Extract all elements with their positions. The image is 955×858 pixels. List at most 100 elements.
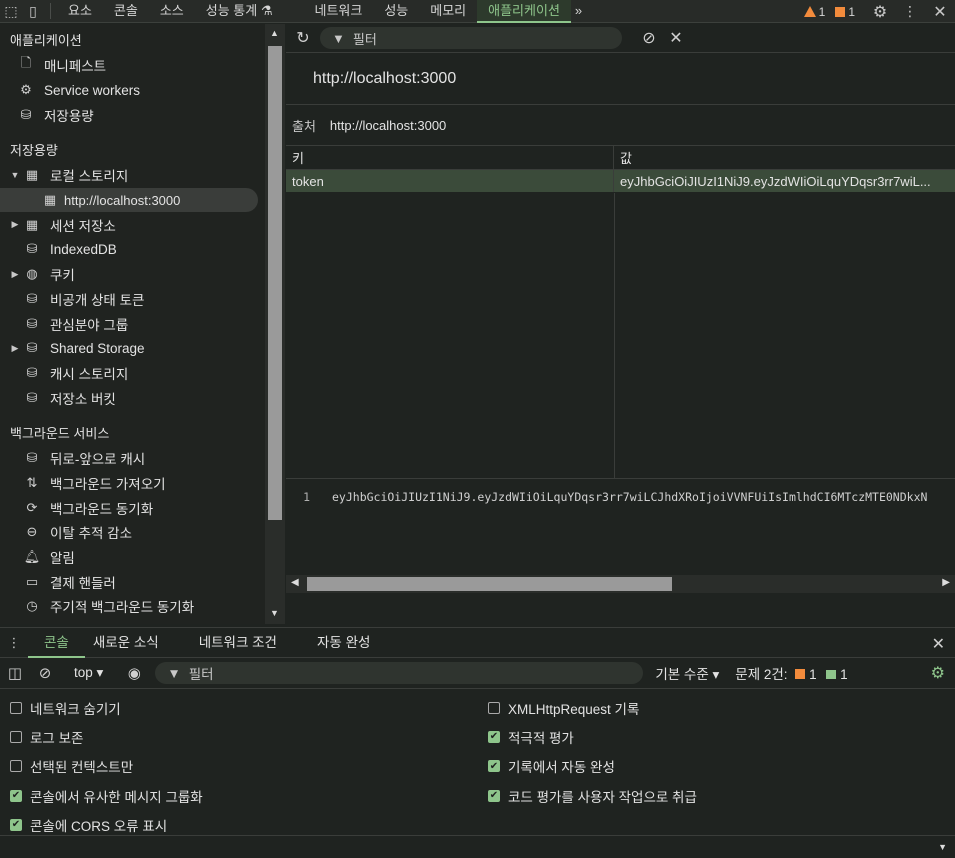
device-toolbar-icon[interactable]: ▯ [22,0,44,23]
checkbox-treat-eval-user-action[interactable]: ✔ 코드 평가를 사용자 작업으로 취급 [478,781,955,810]
expand-arrow-icon[interactable]: ▶ [8,219,22,230]
table-row[interactable]: token eyJhbGciOiJIUzI1NiJ9.eyJzdWIiOiLqu… [286,170,955,192]
expand-arrow-icon[interactable]: ▶ [8,269,22,280]
checkbox-selected-context[interactable]: 선택된 컨텍스트만 [0,752,478,781]
filter-funnel-icon: ▼ [167,665,181,681]
column-header-key[interactable]: 키 [286,146,614,169]
scroll-right-icon[interactable]: ▶ [942,577,950,588]
checkbox-box[interactable]: ✔ [488,730,500,743]
checkbox-box[interactable] [10,730,22,743]
origin-title: http://localhost:3000 [286,53,955,105]
checkbox-preserve-log[interactable]: 로그 보존 [0,722,478,751]
sidebar-item-label: 주기적 백그라운드 동기화 [50,600,195,616]
card-icon: ▭ [25,573,39,589]
sidebar-item-label: 뒤로-앞으로 캐시 [50,452,146,468]
sidebar-item-bfcache[interactable]: ⛁ 뒤로-앞으로 캐시 [0,446,265,471]
checkbox-eager-evaluation[interactable]: ✔ 적극적 평가 [478,722,955,751]
tab-memory[interactable]: 메모리 [419,0,477,23]
issues-summary[interactable]: 문제 2건: 1 1 [735,663,847,683]
cell-value[interactable]: eyJhbGciOiJIUzI1NiJ9.eyJzdWIiOiLquYDqsr3… [614,170,955,192]
column-header-value[interactable]: 값 [614,146,955,169]
more-tabs-button[interactable]: » [571,0,586,23]
tab-performance[interactable]: 성능 [373,0,419,23]
scrollbar-thumb[interactable] [307,577,672,591]
sidebar-item-private-state-tokens[interactable]: ⛁ 비공개 상태 토큰 [0,287,265,312]
tab-elements[interactable]: 요소 [57,0,103,23]
sidebar-item-shared-storage[interactable]: ▶ ⛁ Shared Storage [0,336,265,361]
scroll-left-icon[interactable]: ◀ [291,577,299,588]
checkbox-log-xhr[interactable]: XMLHttpRequest 기록 [478,693,955,722]
drawer-tab-whats-new[interactable]: 새로운 소식 [77,628,175,658]
warnings-badge[interactable]: 1 [803,5,825,19]
sidebar-item-bounce-tracking[interactable]: ⊖ 이탈 추적 감소 [0,520,265,545]
checkbox-box[interactable] [10,760,22,773]
drawer-tab-autofill[interactable]: 자동 완성 [301,628,386,658]
scroll-up-icon[interactable]: ▲ [270,28,279,38]
sidebar-item-session-storage[interactable]: ▶ ▦ 세션 저장소 [0,212,265,237]
console-filter-input[interactable]: ▼ 필터 [155,662,644,684]
sidebar-item-background-fetch[interactable]: ⇅ 백그라운드 가져오기 [0,471,265,496]
sidebar-item-background-sync[interactable]: ⟳ 백그라운드 동기화 [0,495,265,520]
sidebar-item-storage-buckets[interactable]: ⛁ 저장소 버킷 [0,385,265,410]
filter-funnel-icon: ▼ [332,30,345,46]
close-drawer-icon[interactable]: ✕ [932,634,945,654]
tab-sources[interactable]: 소스 [149,0,195,23]
log-level-select[interactable]: 기본 수준 ▾ [655,663,719,683]
live-expression-eye-icon[interactable]: ◉ [119,664,149,682]
sidebar-scrollbar[interactable]: ▲ ▼ [265,24,285,624]
sidebar-item-cookies[interactable]: ▶ ◍ 쿠키 [0,262,265,287]
checkbox-hide-network[interactable]: 네트워크 숨기기 [0,693,478,722]
scroll-down-icon[interactable]: ▼ [270,608,279,618]
tab-performance-insights[interactable]: 성능 통계 ⚗ [195,0,284,23]
inspect-element-icon[interactable]: ⬚ [0,0,22,23]
sidebar-item-interest-groups[interactable]: ⛁ 관심분야 그룹 [0,311,265,336]
cell-key[interactable]: token [286,170,614,192]
expand-arrow-icon[interactable]: ▶ [8,343,22,354]
sidebar-item-storage[interactable]: ⛁ 저장용량 [0,102,265,127]
context-select[interactable]: top ▾ [74,665,103,681]
delete-selected-icon[interactable]: ✕ [666,28,686,48]
sidebar-item-localhost-origin[interactable]: ▦ http://localhost:3000 [0,187,258,213]
checkbox-box[interactable] [488,701,500,714]
sidebar-item-indexeddb[interactable]: ⛁ IndexedDB [0,237,265,262]
issues-warn-count: 1 [809,667,817,682]
refresh-icon[interactable]: ↻ [286,28,320,48]
expand-arrow-icon[interactable]: ▼ [8,170,22,180]
clear-console-icon[interactable]: ⊘ [30,664,60,682]
clear-all-icon[interactable]: ⊘ [632,28,666,48]
checkbox-box[interactable]: ✔ [488,760,500,773]
scroll-down-icon[interactable]: ▼ [938,842,947,852]
console-prompt[interactable]: ▼ [0,835,955,858]
checkbox-box[interactable]: ✔ [10,818,22,831]
checkbox-box[interactable] [10,701,22,714]
tab-network[interactable]: 네트워크 [303,0,373,23]
settings-gear-icon[interactable]: ⚙ [865,0,895,23]
more-options-icon[interactable]: ⋮ [895,0,925,23]
tab-application[interactable]: 애플리케이션 [477,0,571,23]
scrollbar-thumb[interactable] [268,46,282,520]
checkbox-box[interactable]: ✔ [488,789,500,802]
tab-console[interactable]: 콘솔 [103,0,149,23]
issues-count: 1 [848,4,855,19]
checkbox-box[interactable]: ✔ [10,789,22,802]
sidebar-item-service-workers[interactable]: ⚙ Service workers [0,78,265,103]
sidebar-item-manifest[interactable]: 🗋 매니페스트 [0,53,265,78]
sidebar-item-local-storage[interactable]: ▼ ▦ 로컬 스토리지 [0,163,265,188]
sidebar-item-cache-storage[interactable]: ⛁ 캐시 스토리지 [0,361,265,386]
value-hscrollbar[interactable]: ◀ ▶ [286,575,955,593]
sidebar-item-periodic-sync[interactable]: ◷ 주기적 백그라운드 동기화 [0,594,265,619]
sidebar-item-notifications[interactable]: 🔔︎ 알림 [0,545,265,570]
issue-flag-icon [835,6,846,17]
issues-badge[interactable]: 1 [835,5,855,19]
sidebar-item-label: 쿠키 [50,268,75,284]
drawer-tab-network-conditions[interactable]: 네트워크 조건 [183,628,293,658]
sidebar-toggle-icon[interactable]: ◫ [0,664,30,682]
checkbox-autocomplete-history[interactable]: ✔ 기록에서 자동 완성 [478,752,955,781]
close-devtools-icon[interactable]: ✕ [925,0,955,23]
storage-toolbar: ↻ ▼ 필터 ⊘ ✕ [286,24,955,53]
checkbox-group-similar[interactable]: ✔ 콘솔에서 유사한 메시지 그룹화 [0,781,478,810]
drawer-menu-icon[interactable]: ⋮ [0,635,28,651]
filter-input[interactable]: ▼ 필터 [320,27,622,49]
console-settings-gear-icon[interactable]: ⚙ [931,663,945,683]
sidebar-item-payment-handler[interactable]: ▭ 결제 핸들러 [0,569,265,594]
